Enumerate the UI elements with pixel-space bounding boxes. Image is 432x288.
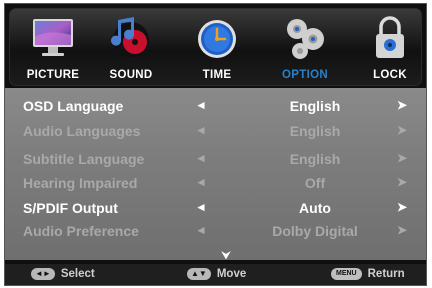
time-icon bbox=[198, 20, 236, 58]
left-arrow-icon[interactable]: ◄ bbox=[195, 200, 207, 214]
tab-time[interactable]: TIME bbox=[180, 9, 254, 85]
row-label: S/PDIF Output bbox=[23, 200, 118, 216]
row-value: Off bbox=[304, 175, 326, 191]
tab-label: PICTURE bbox=[26, 69, 80, 81]
footer-hint-bar: ◄► Select ▲▼ Move MENU Return bbox=[5, 264, 426, 285]
move-label: Move bbox=[216, 268, 247, 281]
right-arrow-icon[interactable]: ➤ bbox=[397, 98, 407, 112]
left-right-keys-icon: ◄► bbox=[31, 268, 55, 280]
row-label: OSD Language bbox=[23, 98, 124, 114]
menu-row-audio-languages[interactable]: Audio Languages ◄ English ➤ bbox=[5, 120, 426, 142]
right-arrow-icon[interactable]: ➤ bbox=[397, 151, 407, 165]
left-arrow-icon[interactable]: ◄ bbox=[195, 98, 207, 112]
row-value: English bbox=[289, 151, 341, 167]
lock-icon bbox=[376, 16, 404, 58]
scroll-down-icon[interactable]: ⮟ bbox=[221, 248, 231, 263]
select-label: Select bbox=[60, 268, 95, 281]
right-arrow-icon[interactable]: ➤ bbox=[397, 123, 407, 137]
return-hint: MENU Return bbox=[331, 268, 405, 280]
row-value: Dolby Digital bbox=[272, 223, 358, 239]
tab-option[interactable]: OPTION bbox=[264, 9, 346, 85]
return-label: Return bbox=[367, 268, 405, 281]
tab-label: SOUND bbox=[109, 69, 153, 81]
up-down-keys-icon: ▲▼ bbox=[187, 268, 211, 280]
menu-row-audio-preference[interactable]: Audio Preference ◄ Dolby Digital ➤ bbox=[5, 220, 426, 242]
tab-label: TIME bbox=[202, 69, 232, 81]
row-label: Hearing Impaired bbox=[23, 175, 138, 191]
picture-icon bbox=[33, 19, 73, 56]
tab-label: LOCK bbox=[373, 69, 407, 81]
tab-sound[interactable]: SOUND bbox=[94, 9, 168, 85]
right-arrow-icon[interactable]: ➤ bbox=[397, 200, 407, 214]
menu-key-icon: MENU bbox=[331, 268, 362, 280]
row-value: Auto bbox=[299, 200, 331, 216]
row-value: English bbox=[289, 123, 341, 139]
row-value: English bbox=[289, 98, 341, 114]
option-icon bbox=[287, 19, 324, 59]
sound-icon bbox=[111, 17, 149, 58]
left-arrow-icon[interactable]: ◄ bbox=[195, 223, 207, 237]
menu-row-subtitle-language[interactable]: Subtitle Language ◄ English ➤ bbox=[5, 148, 426, 170]
row-label: Audio Preference bbox=[23, 223, 139, 239]
tab-lock[interactable]: LOCK bbox=[360, 9, 420, 85]
left-arrow-icon[interactable]: ◄ bbox=[195, 123, 207, 137]
left-arrow-icon[interactable]: ◄ bbox=[195, 151, 207, 165]
tab-picture[interactable]: PICTURE bbox=[16, 9, 90, 85]
select-hint: ◄► Select bbox=[31, 268, 95, 280]
menu-row-spdif-output[interactable]: S/PDIF Output ◄ Auto ➤ bbox=[5, 197, 426, 219]
left-arrow-icon[interactable]: ◄ bbox=[195, 175, 207, 189]
tv-osd-menu: PICTURE SOUND TIME OPTION LOCK OSD Langu… bbox=[4, 3, 427, 286]
menu-row-osd-language[interactable]: OSD Language ◄ English ➤ bbox=[5, 95, 426, 117]
right-arrow-icon[interactable]: ➤ bbox=[397, 175, 407, 189]
menu-row-hearing-impaired[interactable]: Hearing Impaired ◄ Off ➤ bbox=[5, 172, 426, 194]
move-hint: ▲▼ Move bbox=[187, 268, 246, 280]
row-label: Audio Languages bbox=[23, 123, 141, 139]
tab-label: OPTION bbox=[282, 69, 328, 81]
right-arrow-icon[interactable]: ➤ bbox=[397, 223, 407, 237]
category-tab-bar: PICTURE SOUND TIME OPTION LOCK bbox=[9, 8, 422, 86]
row-label: Subtitle Language bbox=[23, 151, 145, 167]
